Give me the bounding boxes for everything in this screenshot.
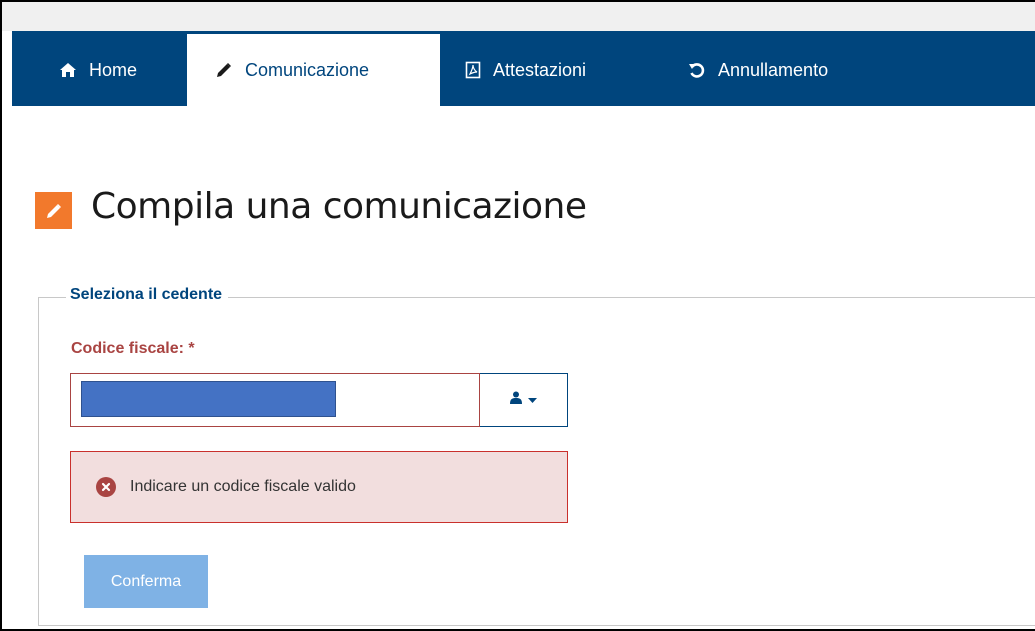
app-window: Home Comunicazione Attestazioni Annullam… <box>0 0 1035 631</box>
user-select-button[interactable] <box>480 373 568 427</box>
error-alert: Indicare un codice fiscale valido <box>70 451 568 523</box>
tab-home[interactable]: Home <box>59 34 137 106</box>
tab-comunicazione[interactable]: Comunicazione <box>187 34 440 106</box>
pencil-icon <box>215 61 233 79</box>
pdf-file-icon <box>465 61 481 79</box>
confirm-button[interactable]: Conferma <box>84 555 208 608</box>
fieldset-legend: Seleziona il cedente <box>66 286 229 304</box>
codice-fiscale-label: Codice fiscale: * <box>71 340 195 357</box>
codice-fiscale-input[interactable] <box>70 373 480 427</box>
error-message: Indicare un codice fiscale valido <box>130 478 356 495</box>
top-strip <box>2 2 1035 31</box>
error-circle-icon <box>96 477 116 497</box>
codice-fiscale-group <box>70 373 568 427</box>
pencil-icon <box>35 192 72 229</box>
tab-attestazioni[interactable]: Attestazioni <box>465 34 586 106</box>
page-title: Compila una comunicazione <box>91 186 587 227</box>
main-navbar: Home Comunicazione Attestazioni Annullam… <box>12 31 1035 106</box>
redacted-value-mask <box>81 381 336 417</box>
undo-icon <box>688 61 706 79</box>
page-header: Compila una comunicazione <box>35 184 587 229</box>
tab-home-label: Home <box>89 59 138 80</box>
user-icon <box>510 391 522 409</box>
tab-attestazioni-label: Attestazioni <box>493 59 587 80</box>
caret-down-icon <box>528 391 537 409</box>
tab-annullamento-label: Annullamento <box>718 59 829 80</box>
tab-comunicazione-label: Comunicazione <box>245 59 370 80</box>
home-icon <box>59 62 77 78</box>
tab-annullamento[interactable]: Annullamento <box>688 34 828 106</box>
